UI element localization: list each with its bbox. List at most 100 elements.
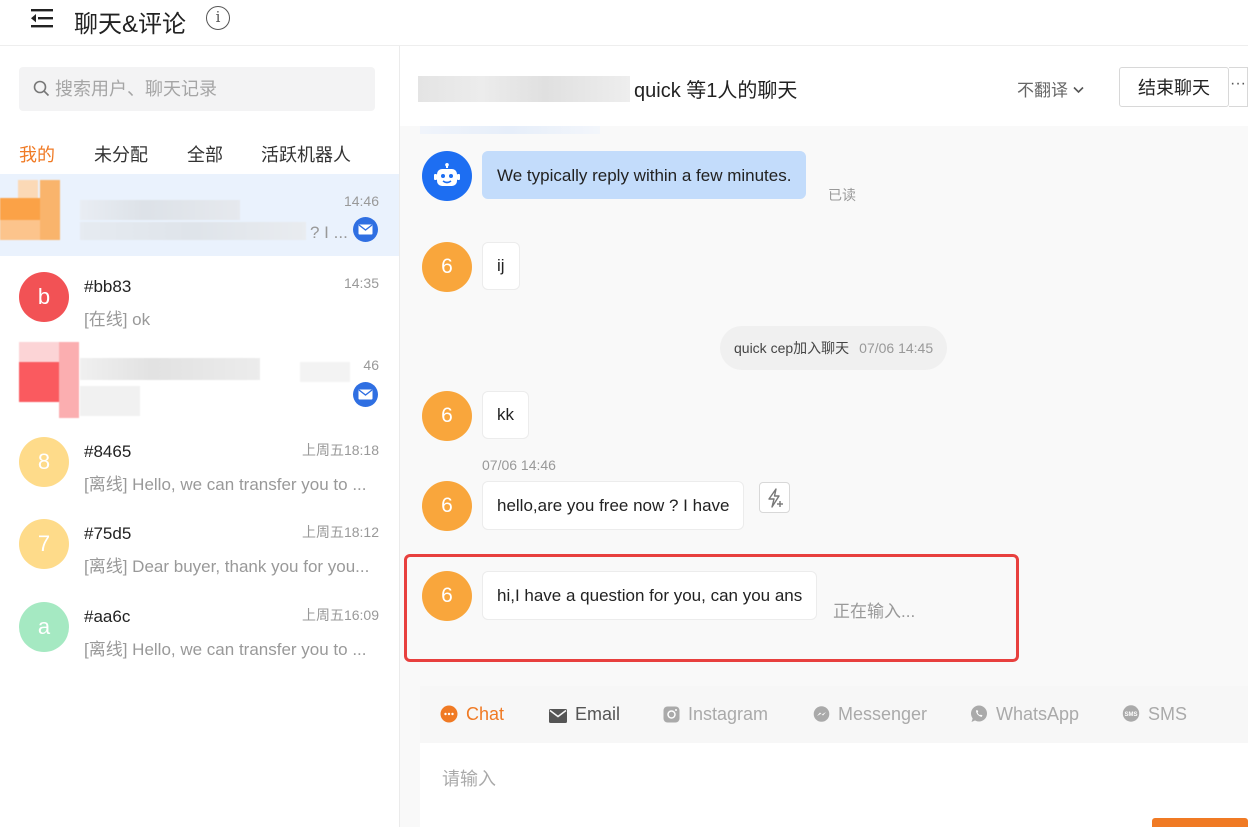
- conversation-name: #aa6c: [84, 607, 131, 626]
- conversation-sidebar: 我的 未分配 全部 活跃机器人 14:46 ? I ... b #bb83 14…: [0, 46, 400, 827]
- chat-title-redacted: [418, 76, 630, 102]
- chat-header: quick 等1人的聊天 不翻译 结束聊天 ···: [400, 46, 1248, 126]
- translate-dropdown[interactable]: 不翻译: [1017, 76, 1084, 101]
- conversation-item[interactable]: a #aa6c 上周五16:09 [离线] Hello, we can tran…: [0, 586, 399, 668]
- conversation-name: #75d5: [84, 524, 132, 543]
- channel-instagram[interactable]: Instagram: [663, 704, 768, 725]
- conversation-time: 上周五18:12: [301, 524, 379, 540]
- conversation-item[interactable]: 8 #8465 上周五18:18 [离线] Hello, we can tran…: [0, 421, 399, 503]
- preview-redacted: [80, 386, 140, 416]
- search-input[interactable]: [55, 67, 355, 111]
- conversation-item[interactable]: 14:46 ? I ...: [0, 174, 399, 256]
- avatar: [19, 342, 79, 418]
- conversation-item[interactable]: 7 #75d5 上周五18:12 [离线] Dear buyer, thank …: [0, 503, 399, 585]
- message-timestamp: 07/06 14:46: [482, 457, 556, 473]
- conversation-name: #8465: [84, 442, 132, 461]
- message-bubble: hello,are you free now ? I have: [482, 481, 745, 530]
- chevron-down-icon: [1073, 86, 1084, 94]
- sms-icon: SMS: [1122, 705, 1140, 722]
- conversation-preview: [在线] ok: [84, 310, 151, 329]
- system-message-text: quick cep加入聊天: [734, 340, 850, 356]
- bot-avatar: [422, 151, 472, 201]
- translate-label: 不翻译: [1017, 81, 1068, 100]
- read-status: 已读: [828, 187, 856, 203]
- more-options-button[interactable]: ···: [1229, 67, 1248, 107]
- conversation-item[interactable]: 46: [0, 338, 399, 420]
- channel-label: Messenger: [838, 704, 928, 724]
- avatar: [0, 174, 60, 240]
- end-chat-button[interactable]: 结束聊天: [1119, 67, 1229, 107]
- avatar: 6: [422, 481, 472, 531]
- name-redacted: [80, 358, 260, 380]
- tab-mine[interactable]: 我的: [19, 141, 55, 167]
- lightning-plus-icon: [768, 488, 783, 508]
- tab-active-bots[interactable]: 活跃机器人: [261, 141, 351, 167]
- system-message-time: 07/06 14:45: [859, 340, 934, 356]
- avatar: 7: [19, 519, 69, 569]
- conversation-preview: [离线] Hello, we can transfer you to ...: [84, 640, 367, 659]
- tab-unassigned[interactable]: 未分配: [94, 141, 148, 167]
- avatar: 6: [422, 391, 472, 441]
- conversation-preview: [离线] Hello, we can transfer you to ...: [84, 475, 367, 494]
- system-message: quick cep加入聊天 07/06 14:45: [720, 326, 948, 370]
- envelope-icon: [358, 389, 373, 400]
- envelope-icon: [549, 709, 567, 723]
- name-redacted: [80, 200, 240, 220]
- send-button[interactable]: [1152, 818, 1248, 827]
- scroll-fade: [420, 126, 600, 134]
- chat-panel: quick 等1人的聊天 不翻译 结束聊天 ··· We typically r…: [400, 46, 1248, 827]
- message-bubble: We typically reply within a few minutes.: [482, 151, 807, 199]
- instagram-icon: [663, 706, 680, 723]
- avatar: a: [19, 602, 69, 652]
- conversation-preview: ? I ...: [310, 223, 348, 242]
- conversation-preview: [离线] Dear buyer, thank you for you...: [84, 557, 370, 576]
- robot-icon: [434, 163, 460, 186]
- message-bubble: kk: [482, 391, 529, 439]
- preview-redacted: [80, 222, 306, 240]
- tab-all[interactable]: 全部: [187, 141, 223, 167]
- whatsapp-icon: [971, 705, 987, 722]
- message-bubble: hi,I have a question for you, can you an…: [482, 571, 818, 620]
- channel-chat[interactable]: Chat: [440, 704, 504, 725]
- avatar: 6: [422, 242, 472, 292]
- page-title: 聊天&评论: [74, 11, 187, 38]
- channel-label: WhatsApp: [996, 704, 1080, 724]
- envelope-icon: [358, 224, 373, 235]
- messenger-icon: [813, 706, 830, 722]
- conversation-name: #bb83: [84, 277, 132, 296]
- avatar: 8: [19, 437, 69, 487]
- channel-sms[interactable]: SMS SMS: [1122, 704, 1187, 725]
- search-box: [19, 67, 375, 111]
- search-icon: [33, 80, 50, 97]
- quick-reply-button[interactable]: [759, 482, 790, 513]
- channel-label: Instagram: [688, 704, 769, 724]
- channel-whatsapp[interactable]: WhatsApp: [970, 704, 1079, 725]
- conversation-time: 14:46: [343, 193, 379, 209]
- message-bubble: ij: [482, 242, 520, 290]
- channel-email[interactable]: Email: [549, 704, 620, 725]
- preview-redacted: [300, 362, 350, 382]
- message-input[interactable]: [420, 743, 1248, 827]
- info-icon[interactable]: i: [206, 6, 230, 30]
- conversation-time: 上周五18:18: [301, 442, 379, 458]
- avatar: b: [19, 272, 69, 322]
- typing-indicator: 正在输入...: [833, 602, 916, 621]
- chat-title: quick 等1人的聊天: [634, 80, 798, 102]
- channel-label: SMS: [1148, 704, 1188, 724]
- mail-badge: [353, 217, 378, 242]
- conversation-time: 46: [363, 357, 379, 373]
- channel-messenger[interactable]: Messenger: [813, 704, 927, 725]
- conversation-time: 上周五16:09: [301, 607, 379, 623]
- mail-badge: [353, 382, 378, 407]
- chat-bubble-icon: [440, 705, 458, 723]
- channel-label: Email: [575, 704, 621, 724]
- conversation-item[interactable]: b #bb83 14:35 [在线] ok: [0, 256, 399, 338]
- channel-bar: Chat Email Instagram Messenger WhatsApp …: [420, 686, 1248, 743]
- svg-text:SMS: SMS: [1124, 712, 1137, 718]
- channel-label: Chat: [466, 704, 505, 724]
- conversation-time: 14:35: [343, 275, 379, 291]
- message-composer: Chat Email Instagram Messenger WhatsApp …: [420, 686, 1248, 827]
- avatar: 6: [422, 571, 472, 621]
- top-bar: 聊天&评论 i: [0, 0, 1248, 46]
- menu-collapse-icon[interactable]: [29, 7, 55, 29]
